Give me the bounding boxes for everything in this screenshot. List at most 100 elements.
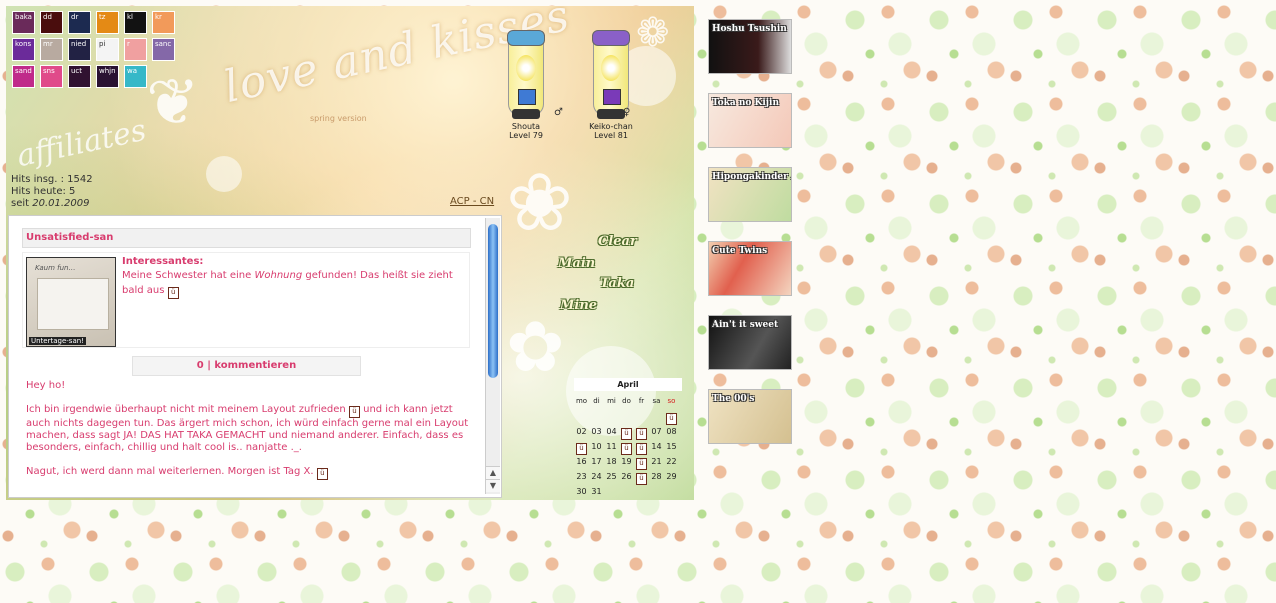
entry-preview-box: Kaum fun… Untertage-san!: [22, 252, 470, 348]
pet-capsule-icon: [592, 30, 630, 119]
calendar-day[interactable]: ü: [634, 454, 649, 470]
interessantes-text: Meine Schwester hat eine Wohnung gefunde…: [122, 268, 462, 299]
affiliate-banner[interactable]: Cute Twins: [708, 241, 792, 296]
weekday-label: do: [622, 397, 631, 405]
affiliate-button-dd[interactable]: dd: [40, 11, 63, 34]
calendar-day[interactable]: ü: [664, 409, 679, 425]
affiliate-banner[interactable]: Ain't it sweet: [708, 315, 792, 370]
affiliate-button-wa[interactable]: wa: [124, 65, 147, 88]
calendar-day[interactable]: ü: [634, 439, 649, 455]
affiliate-banner[interactable]: Hipongakinder Aktion: [708, 167, 792, 222]
affiliate-button-mr[interactable]: mr: [40, 38, 63, 61]
pet-shouta[interactable]: Shouta Level 79 ♂: [504, 30, 563, 140]
calendar-day: [634, 409, 649, 424]
affiliate-button-kons[interactable]: kons: [12, 38, 35, 61]
affiliate-banner-label: Cute Twins: [712, 246, 768, 256]
affiliate-banner-column: Hoshu Tsushin Toka no Kijin Hipongakinder …: [708, 19, 792, 463]
calendar-day: 30: [576, 487, 587, 496]
post-greeting: Hey ho!: [26, 380, 66, 391]
weekday-label: di: [593, 397, 600, 405]
smiley-icon: ü: [316, 468, 328, 480]
affiliates-heading: affiliates: [13, 112, 150, 175]
affiliate-banner[interactable]: The 00's: [708, 389, 792, 444]
calendar-day: [649, 409, 664, 424]
nav-link-mine[interactable]: Mine: [560, 298, 597, 313]
scroll-thumb[interactable]: [488, 224, 498, 378]
interessantes-title: Interessantes:: [122, 256, 204, 267]
affiliate-banner[interactable]: Hoshu Tsushin: [708, 19, 792, 74]
affiliate-banner-label: The 00's: [712, 394, 755, 404]
weekday-label: mi: [607, 397, 616, 405]
calendar-day[interactable]: ü: [634, 424, 649, 440]
calendar-day: 25: [606, 472, 617, 481]
calendar-day: 11: [606, 442, 617, 451]
nav-link-main[interactable]: Main: [558, 256, 595, 271]
affiliate-button-tz[interactable]: tz: [96, 11, 119, 34]
affiliate-button-grid: baka dd dr tz kl kr kons mr nied pi r sanc sand sns uc…: [12, 11, 188, 88]
pet-name: Keiko-chan: [589, 122, 633, 131]
scroll-up-button[interactable]: ▲: [486, 466, 500, 479]
affiliate-banner-label: Hoshu Tsushin: [712, 24, 787, 34]
scroll-down-button[interactable]: ▼: [486, 479, 500, 492]
affiliate-banner-label: Ain't it sweet: [712, 320, 779, 330]
affiliate-button-kr[interactable]: kr: [152, 11, 175, 34]
acp-link[interactable]: ACP - CN: [450, 196, 494, 207]
pet-level: Level 79: [509, 131, 543, 140]
affiliate-button-dr[interactable]: dr: [68, 11, 91, 34]
male-icon: ♂: [554, 107, 563, 118]
calendar: April mo di mi do fr sa so ü 02 03 04 ü ü 07 08 ü 10 11 ü ü…: [574, 378, 682, 496]
affiliate-button-nied[interactable]: nied: [68, 38, 91, 61]
affiliate-button-whjn[interactable]: whjn: [96, 65, 119, 88]
image-handwriting: Kaum fun…: [35, 264, 76, 272]
affiliate-button-uct[interactable]: uct: [68, 65, 91, 88]
calendar-day: 16: [576, 457, 587, 466]
calendar-day: 02: [576, 427, 587, 436]
smiley-icon: ü: [348, 406, 360, 418]
calendar-month: April: [574, 378, 682, 391]
calendar-day: 21: [651, 457, 662, 466]
floral-decoration-icon: ✿: [506, 306, 565, 388]
blog-post: Hey ho! Ich bin irgendwie überhaupt nich…: [26, 380, 470, 492]
affiliate-button-kl[interactable]: kl: [124, 11, 147, 34]
nav-link-clear[interactable]: Clear: [598, 234, 637, 249]
hits-total: Hits insg. : 1542: [11, 174, 93, 185]
calendar-day[interactable]: ü: [619, 439, 634, 455]
calendar-day[interactable]: ü: [574, 439, 589, 455]
calendar-day: 17: [591, 457, 602, 466]
weekday-label: so: [667, 397, 676, 405]
floral-decoration-icon: ❀: [506, 156, 574, 249]
content-frame[interactable]: Unsatisfied-san Kaum fun… Untertage-san!…: [8, 215, 502, 498]
smiley-icon: ü: [167, 287, 179, 299]
affiliate-button-sns[interactable]: sns: [40, 65, 63, 88]
calendar-day: 26: [621, 472, 632, 481]
pet-level: Level 81: [594, 131, 628, 140]
calendar-day: [589, 409, 604, 424]
content-scrollbar[interactable]: ▲ ▼: [485, 218, 500, 494]
calendar-day[interactable]: ü: [634, 469, 649, 485]
since-date: 20.01.2009: [32, 198, 90, 209]
weekday-label: mo: [575, 397, 588, 405]
hit-counter: Hits insg. : 1542 Hits heute: 5 seit 20.…: [11, 174, 93, 210]
calendar-entry-icon[interactable]: ü: [636, 473, 647, 485]
entry-image[interactable]: Kaum fun… Untertage-san!: [26, 257, 116, 347]
calendar-day: 28: [651, 472, 662, 481]
logo-subtitle: spring version: [310, 114, 367, 123]
affiliate-banner-label: Hipongakinder Aktion: [712, 172, 791, 182]
calendar-day[interactable]: ü: [619, 424, 634, 440]
affiliate-button-pi[interactable]: pi: [96, 38, 119, 61]
pet-keiko[interactable]: Keiko-chan Level 81 ♀: [589, 30, 633, 140]
calendar-day: [574, 409, 589, 424]
calendar-day: [604, 484, 619, 499]
affiliate-banner[interactable]: Toka no Kijin: [708, 93, 792, 148]
nav-link-taka[interactable]: Taka: [600, 276, 634, 291]
comments-button[interactable]: 0 | kommentieren: [132, 356, 361, 376]
pet-name: Shouta: [511, 122, 541, 131]
affiliate-button-r[interactable]: r: [124, 38, 147, 61]
affiliate-button-sand[interactable]: sand: [12, 65, 35, 88]
affiliate-button-baka[interactable]: baka: [12, 11, 35, 34]
calendar-day: 31: [591, 487, 602, 496]
calendar-day: [619, 409, 634, 424]
affiliate-button-sanc[interactable]: sanc: [152, 38, 175, 61]
affiliate-banner-label: Toka no Kijin: [712, 98, 780, 108]
weekday-label: fr: [638, 397, 645, 405]
